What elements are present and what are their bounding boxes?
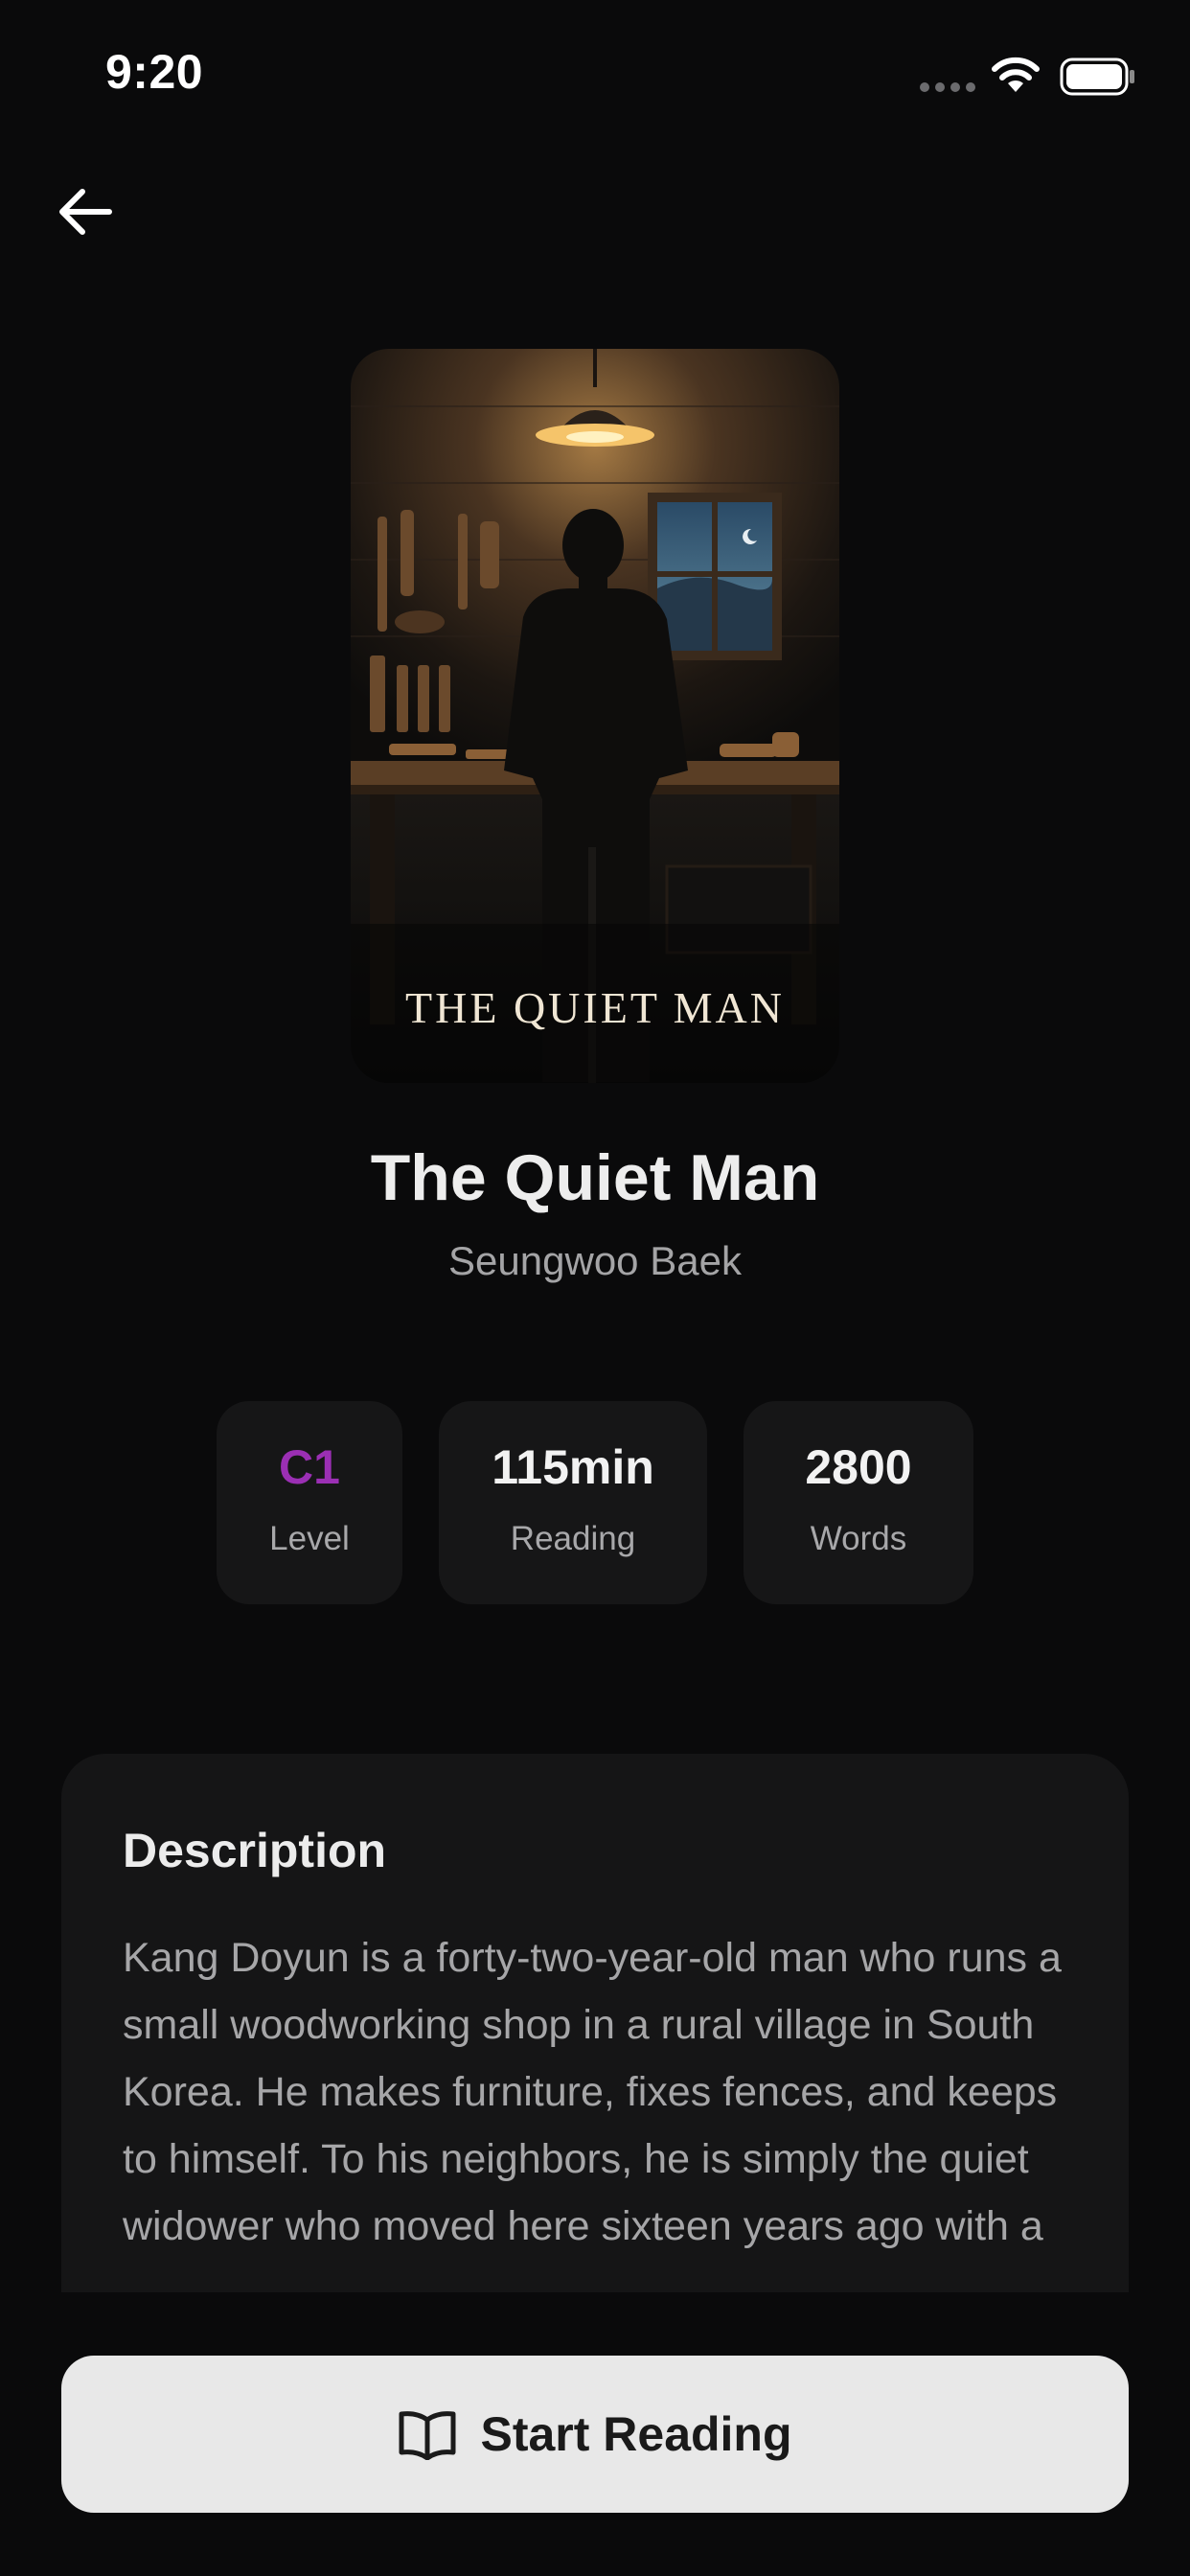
stat-card-reading: 115min Reading bbox=[439, 1401, 707, 1604]
wifi-icon bbox=[992, 57, 1040, 92]
start-reading-button[interactable]: Start Reading bbox=[61, 2356, 1129, 2513]
stat-label-reading: Reading bbox=[510, 1520, 636, 1557]
battery-icon bbox=[1060, 58, 1134, 96]
status-time: 9:20 bbox=[105, 45, 204, 99]
description-card[interactable]: Description Kang Doyun is a forty-two-ye… bbox=[61, 1754, 1129, 2329]
status-bar: 9:20 bbox=[0, 0, 1190, 153]
open-book-icon bbox=[399, 2411, 456, 2460]
start-reading-label: Start Reading bbox=[480, 2407, 792, 2461]
arrow-left-icon bbox=[59, 189, 112, 235]
book-cover: THE QUIET MAN bbox=[351, 349, 839, 1083]
description-heading: Description bbox=[123, 1824, 387, 1877]
cellular-signal-icon bbox=[920, 82, 977, 94]
description-text: Kang Doyun is a forty-two-year-old man w… bbox=[123, 1935, 1062, 2249]
book-author: Seungwoo Baek bbox=[448, 1238, 742, 1283]
cover-title: THE QUIET MAN bbox=[405, 983, 785, 1032]
stat-value-words: 2800 bbox=[805, 1440, 912, 1494]
cover-illustration bbox=[351, 349, 839, 1083]
stat-card-words: 2800 Words bbox=[744, 1401, 973, 1604]
stat-value-reading: 115min bbox=[492, 1440, 654, 1494]
stat-value-level: C1 bbox=[279, 1440, 340, 1494]
stat-label-level: Level bbox=[269, 1520, 350, 1557]
stat-card-level: C1 Level bbox=[217, 1401, 402, 1604]
back-button[interactable] bbox=[54, 180, 117, 243]
stat-label-words: Words bbox=[810, 1520, 907, 1557]
book-title: The Quiet Man bbox=[370, 1141, 820, 1214]
